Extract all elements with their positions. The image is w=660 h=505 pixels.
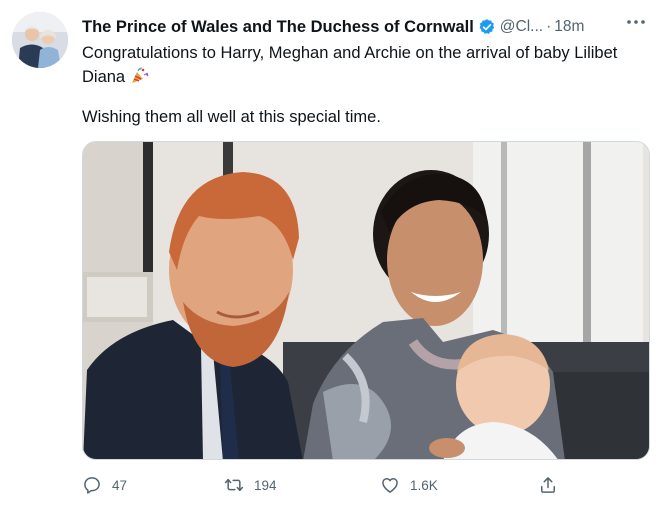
- author-avatar[interactable]: [12, 12, 68, 68]
- reply-count: 47: [112, 477, 128, 493]
- reply-button[interactable]: 47: [82, 472, 127, 498]
- tweet-photo[interactable]: [82, 141, 650, 460]
- tweet-text: Congratulations to Harry, Meghan and Arc…: [82, 41, 642, 89]
- separator-dot: ·: [546, 18, 552, 35]
- author-handle[interactable]: @Cl...: [500, 18, 543, 36]
- tweet-text-line: Congratulations to Harry, Meghan and Arc…: [82, 44, 618, 62]
- tweet-actions: 47 194 1.6K: [82, 472, 562, 498]
- like-button[interactable]: 1.6K: [380, 472, 438, 498]
- retweet-button[interactable]: 194: [224, 472, 277, 498]
- share-icon: [541, 477, 555, 493]
- retweet-count: 194: [254, 477, 277, 493]
- share-button[interactable]: [538, 472, 558, 498]
- reply-icon: [84, 477, 100, 494]
- retweet-icon: [224, 478, 244, 492]
- tweet-text-line: Diana: [82, 68, 126, 86]
- like-count: 1.6K: [410, 477, 438, 493]
- author-name[interactable]: The Prince of Wales and The Duchess of C…: [82, 18, 474, 37]
- more-dots-icon[interactable]: [624, 12, 648, 32]
- tweet-timestamp[interactable]: 18m: [554, 18, 584, 36]
- verified-badge-icon: [479, 19, 494, 34]
- tweet-text-line: Wishing them all well at this special ti…: [82, 108, 381, 126]
- party-popper-emoji-icon: [132, 67, 149, 83]
- tweet[interactable]: The Prince of Wales and The Duchess of C…: [0, 0, 660, 505]
- heart-icon: [382, 478, 398, 493]
